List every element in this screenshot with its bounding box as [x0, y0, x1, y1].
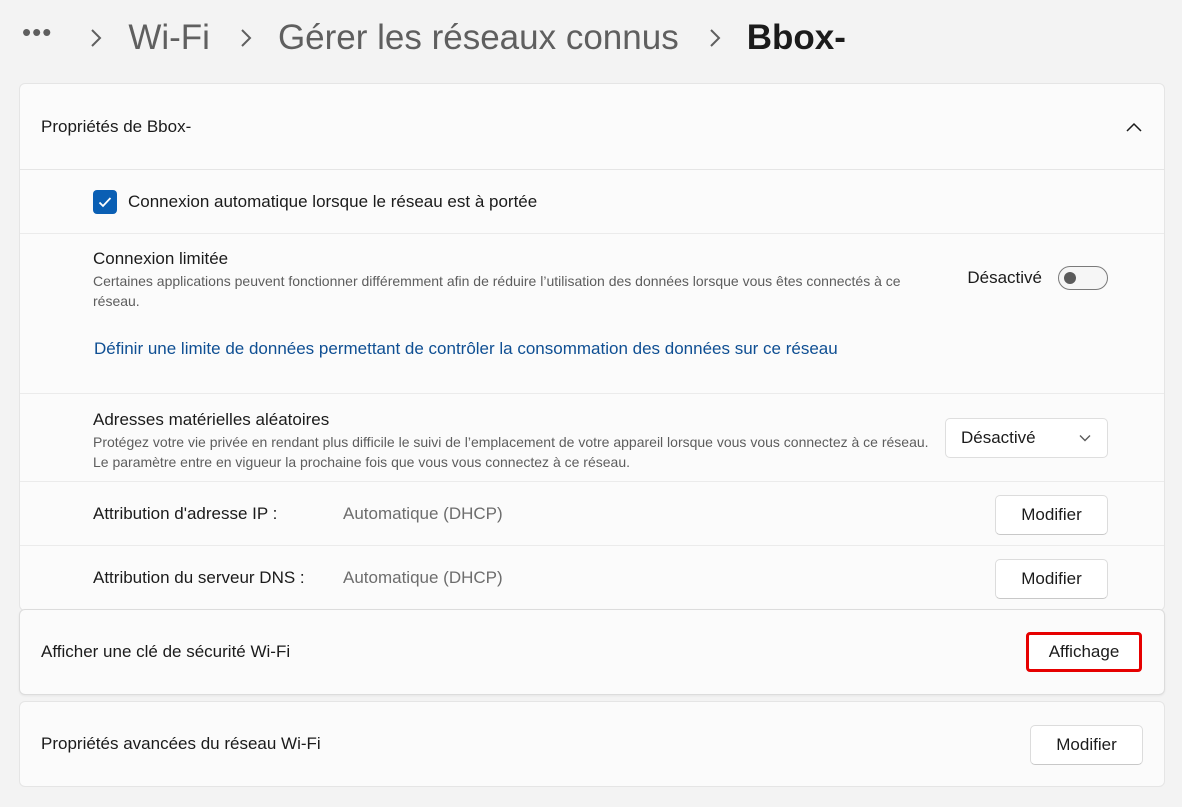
show-security-key-button[interactable]: Affichage: [1026, 632, 1142, 672]
metered-connection-row: Connexion limitée Certaines applications…: [20, 234, 1164, 394]
advanced-properties-card: Propriétés avancées du réseau Wi-Fi Modi…: [19, 701, 1165, 787]
checkmark-icon: [98, 196, 112, 207]
edit-ip-button[interactable]: Modifier: [995, 495, 1108, 535]
auto-connect-row: Connexion automatique lorsque le réseau …: [20, 170, 1164, 234]
metered-toggle-state: Désactivé: [967, 268, 1042, 287]
toggle-knob: [1064, 272, 1076, 284]
metered-toggle-group: Désactivé: [967, 266, 1108, 290]
ip-assignment-label: Attribution d'adresse IP :: [93, 503, 278, 523]
dns-assignment-value: Automatique (DHCP): [343, 568, 503, 587]
ip-assignment-row: Attribution d'adresse IP : Automatique (…: [20, 482, 1164, 546]
dropdown-selected-value: Désactivé: [961, 428, 1036, 447]
chevron-right-icon: [82, 29, 110, 47]
edit-advanced-properties-button[interactable]: Modifier: [1030, 725, 1143, 765]
breadcrumb: ••• Wi-Fi Gérer les réseaux connus Bbox-: [22, 14, 846, 62]
auto-connect-checkbox[interactable]: [93, 189, 117, 214]
chevron-down-icon: [1079, 435, 1091, 442]
more-icon[interactable]: •••: [22, 19, 52, 45]
breadcrumb-item-wifi[interactable]: Wi-Fi: [128, 18, 210, 58]
network-properties-card: Propriétés de Bbox- Connexion automatiqu…: [19, 83, 1165, 611]
random-hardware-address-description: Protégez votre vie privée en rendant plu…: [93, 434, 929, 470]
ip-assignment-value: Automatique (DHCP): [343, 503, 503, 523]
metered-connection-toggle[interactable]: [1058, 266, 1108, 290]
metered-connection-title: Connexion limitée: [93, 249, 229, 268]
random-hardware-address-dropdown[interactable]: Désactivé: [945, 418, 1108, 458]
metered-connection-description: Certaines applications peuvent fonctionn…: [93, 273, 901, 309]
dns-assignment-label: Attribution du serveur DNS :: [93, 568, 305, 587]
dns-assignment-row: Attribution du serveur DNS : Automatique…: [20, 546, 1164, 610]
edit-dns-button[interactable]: Modifier: [995, 559, 1108, 599]
advanced-properties-label: Propriétés avancées du réseau Wi-Fi: [41, 734, 321, 753]
set-data-limit-link[interactable]: Définir une limite de données permettant…: [94, 339, 838, 359]
chevron-up-icon[interactable]: [1126, 122, 1142, 132]
network-properties-header[interactable]: Propriétés de Bbox-: [20, 84, 1164, 170]
security-key-card: Afficher une clé de sécurité Wi-Fi Affic…: [19, 609, 1165, 695]
network-properties-title: Propriétés de Bbox-: [41, 116, 192, 136]
breadcrumb-item-known-networks[interactable]: Gérer les réseaux connus: [278, 18, 679, 58]
security-key-label: Afficher une clé de sécurité Wi-Fi: [41, 642, 291, 661]
page-title: Bbox-: [746, 18, 846, 57]
chevron-right-icon: [701, 29, 729, 47]
chevron-right-icon: [232, 29, 260, 47]
random-hardware-address-row: Adresses matérielles aléatoires Protégez…: [20, 394, 1164, 482]
auto-connect-label: Connexion automatique lorsque le réseau …: [128, 191, 538, 211]
